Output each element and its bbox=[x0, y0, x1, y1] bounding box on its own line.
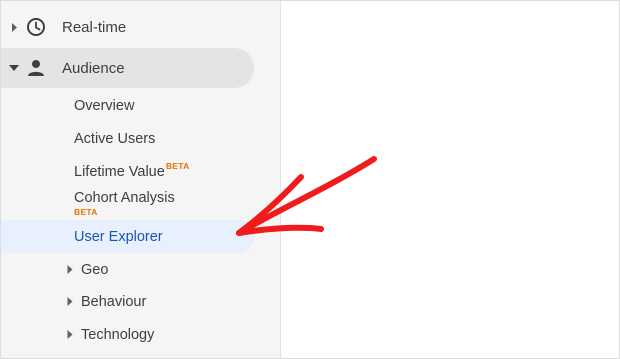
sidebar-item-label: Active Users bbox=[74, 130, 156, 147]
sidebar-item-label: User Explorer bbox=[74, 228, 163, 245]
screenshot-frame: Real-time Audience Overview Active Users bbox=[0, 0, 620, 359]
sidebar-item-label: Geo bbox=[81, 261, 109, 278]
clock-icon bbox=[24, 15, 48, 39]
sidebar-nav: Real-time Audience Overview Active Users bbox=[1, 1, 281, 358]
sidebar-item-label-wrap: Lifetime ValueBETA bbox=[74, 160, 190, 180]
sidebar-item-behaviour[interactable]: Behaviour bbox=[1, 285, 254, 318]
sidebar-item-label: Technology bbox=[81, 326, 155, 343]
person-icon bbox=[24, 56, 48, 80]
sidebar-item-technology[interactable]: Technology bbox=[1, 318, 254, 351]
beta-badge: BETA bbox=[74, 207, 98, 217]
sidebar-item-label: Overview bbox=[74, 97, 135, 114]
caret-right-icon[interactable] bbox=[67, 297, 75, 307]
caret-down-icon[interactable] bbox=[9, 63, 19, 73]
caret-right-icon[interactable] bbox=[67, 265, 75, 275]
sidebar-item-audience[interactable]: Audience bbox=[1, 48, 254, 88]
caret-right-icon[interactable] bbox=[67, 330, 75, 340]
sidebar-item-label: Audience bbox=[62, 59, 125, 77]
sidebar-item-label: Real-time bbox=[62, 18, 127, 36]
sidebar-item-cohort-analysis[interactable]: Cohort Analysis bbox=[1, 181, 254, 214]
caret-right-icon[interactable] bbox=[9, 22, 19, 32]
sidebar-item-geo[interactable]: Geo bbox=[1, 253, 254, 286]
sidebar-item-active-users[interactable]: Active Users bbox=[1, 122, 254, 155]
sidebar-item-label: Cohort Analysis bbox=[74, 189, 175, 206]
sidebar-item-overview[interactable]: Overview bbox=[1, 89, 254, 122]
sidebar-item-user-explorer[interactable]: User Explorer bbox=[1, 220, 254, 253]
sidebar-item-label: Behaviour bbox=[81, 293, 147, 310]
main-content-area bbox=[281, 1, 619, 358]
sidebar-item-label: Lifetime Value bbox=[74, 163, 165, 180]
sidebar-item-realtime[interactable]: Real-time bbox=[1, 7, 254, 47]
beta-badge: BETA bbox=[165, 160, 190, 171]
